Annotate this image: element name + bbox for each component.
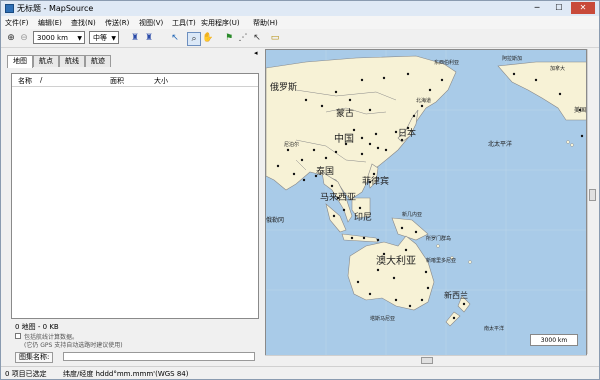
label-philippines: 菲律宾 (362, 175, 389, 187)
map-view[interactable]: 东西伯利亚 俄罗斯 蒙古 中国 日本 北太平洋 菲律宾 泰国 马来西亚 印尼 澳… (265, 49, 587, 364)
map-list[interactable]: 名称 / 面积 大小 (11, 73, 259, 319)
label-new-guinea: 新几内亚 (402, 211, 422, 218)
label-canada: 加拿大 (550, 65, 565, 72)
label-south-pacific: 南太平洋 (484, 325, 504, 332)
send-icon[interactable]: ♜ (143, 32, 155, 44)
app-window: 无标题 - MapSource ─ ☐ ✕ 文件(F) 编辑(E) 查找(N) … (0, 0, 600, 380)
zoom-tool-icon[interactable]: ⌕ (187, 32, 201, 46)
label-tasmania: 塔斯马尼亚 (370, 315, 395, 322)
col-size[interactable]: 大小 (154, 76, 168, 86)
title-bar: 无标题 - MapSource ─ ☐ ✕ (1, 1, 599, 17)
list-header: 名称 / 面积 大小 (12, 74, 258, 87)
route-data-hint: (它仍 GPS 支持自动选路时建议使用) (24, 342, 123, 349)
tab-tracks[interactable]: 航迹 (85, 55, 111, 67)
chevron-down-icon: ▼ (111, 35, 116, 42)
receive-icon[interactable]: ♜ (129, 32, 141, 44)
map-summary: 0 地图 - 0 KB (15, 323, 59, 331)
detail-select[interactable]: 中等 ▼ (89, 31, 119, 44)
menu-tools[interactable]: 工具(T) (172, 18, 196, 28)
label-japan: 日本 (398, 127, 416, 139)
tab-waypoints[interactable]: 航点 (33, 55, 59, 67)
world-map: 东西伯利亚 俄罗斯 蒙古 中国 日本 北太平洋 菲律宾 泰国 马来西亚 印尼 澳… (266, 50, 586, 363)
map-horizontal-scrollbar[interactable] (265, 355, 587, 366)
col-name[interactable]: 名称 (18, 76, 32, 86)
label-new-zealand: 新西兰 (444, 290, 468, 300)
scale-bar: 3000 km (530, 334, 578, 346)
close-button[interactable]: ✕ (571, 2, 595, 14)
zoom-out-icon[interactable]: ⊖ (18, 32, 30, 44)
menu-bar: 文件(F) 编辑(E) 查找(N) 传送(R) 视图(V) 工具(T) 实用程序… (1, 16, 599, 29)
menu-help[interactable]: 帮助(H) (253, 18, 278, 28)
label-thailand: 泰国 (316, 165, 334, 177)
label-usa: 美国 (574, 106, 586, 114)
tab-maps[interactable]: 地图 (7, 55, 33, 68)
label-mongolia: 蒙古 (336, 107, 354, 119)
window-title: 无标题 - MapSource (17, 4, 94, 13)
minimize-button[interactable]: ─ (527, 2, 547, 14)
col-sort-indicator: / (40, 76, 43, 84)
waypoint-flag-icon[interactable]: ⚑ (223, 32, 235, 44)
menu-find[interactable]: 查找(N) (71, 18, 96, 28)
route-icon[interactable]: ⋰ (237, 32, 249, 44)
pan-hand-icon[interactable]: ✋ (202, 32, 214, 44)
label-malaysia: 马来西亚 (320, 192, 356, 203)
label-russia: 俄罗斯 (270, 81, 297, 93)
menu-file[interactable]: 文件(F) (5, 18, 29, 28)
maximize-button[interactable]: ☐ (549, 2, 569, 14)
label-solomon: 所罗门群岛 (426, 235, 451, 242)
tab-routes[interactable]: 航线 (59, 55, 85, 67)
menu-edit[interactable]: 编辑(E) (38, 18, 62, 28)
zoom-in-icon[interactable]: ⊕ (5, 32, 17, 44)
mapset-name-input[interactable] (63, 352, 255, 361)
menu-view[interactable]: 视图(V) (139, 18, 163, 28)
collapse-panel-icon[interactable]: ◂ (254, 49, 258, 57)
status-selection: 0 项目已选定 (5, 370, 47, 378)
mapset-name-label: 图集名称: (15, 352, 54, 363)
pointer-icon[interactable]: ↖ (251, 32, 263, 44)
col-area[interactable]: 面积 (110, 76, 124, 86)
app-icon (5, 4, 14, 13)
status-bar: 0 项目已选定 纬度/经度 hddd°mm.mmm'(WGS 84) (1, 366, 599, 379)
select-arrow-icon[interactable]: ↖ (169, 32, 181, 44)
menu-utilities[interactable]: 实用程序(U) (201, 18, 240, 28)
toolbar: ⊕ ⊖ 3000 km ▼ 中等 ▼ ♜ ♜ ↖ ⌕ ✋ ⚑ ⋰ ↖ ▭ (1, 29, 599, 48)
route-data-checkbox[interactable] (15, 333, 21, 339)
zoom-select[interactable]: 3000 km ▼ (33, 31, 85, 44)
label-hokkaido: 北海道 (416, 97, 431, 104)
menu-transfer[interactable]: 传送(R) (105, 18, 129, 28)
label-indonesia: 印尼 (354, 211, 372, 223)
measure-ruler-icon[interactable]: ▭ (269, 32, 281, 44)
label-oregon: 俄勒冈 (266, 216, 284, 224)
chevron-down-icon: ▼ (77, 35, 82, 42)
label-australia: 澳大利亚 (376, 254, 416, 267)
label-north-pacific: 北太平洋 (488, 140, 512, 148)
detail-select-value: 中等 (93, 34, 107, 42)
zoom-select-value: 3000 km (37, 34, 68, 42)
label-east-siberia: 东西伯利亚 (434, 59, 459, 66)
vscroll-thumb[interactable] (589, 189, 596, 201)
map-vertical-scrollbar[interactable] (587, 49, 598, 354)
hscroll-thumb[interactable] (421, 357, 433, 364)
label-nepal: 尼泊尔 (284, 141, 299, 148)
label-new-caledonia: 新喀里多尼亚 (426, 257, 456, 264)
label-china: 中国 (334, 132, 354, 145)
label-alaska: 阿拉斯加 (502, 55, 522, 62)
status-coords: 纬度/经度 hddd°mm.mmm'(WGS 84) (63, 370, 189, 378)
